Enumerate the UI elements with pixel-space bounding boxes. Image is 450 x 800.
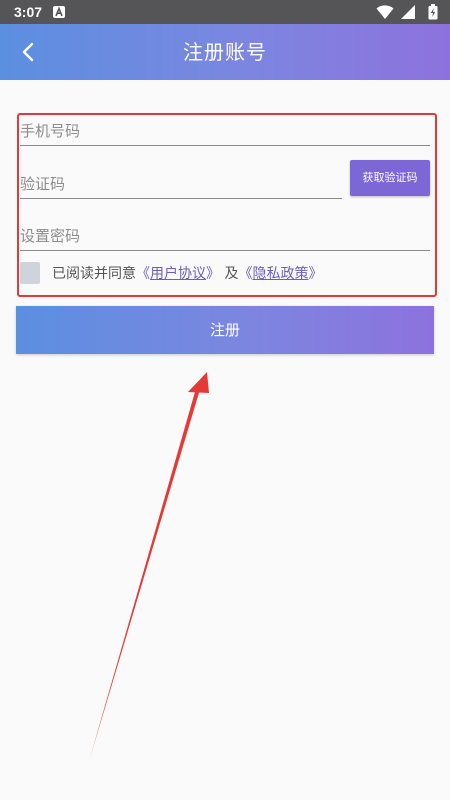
red-arrow-annotation — [90, 372, 209, 758]
